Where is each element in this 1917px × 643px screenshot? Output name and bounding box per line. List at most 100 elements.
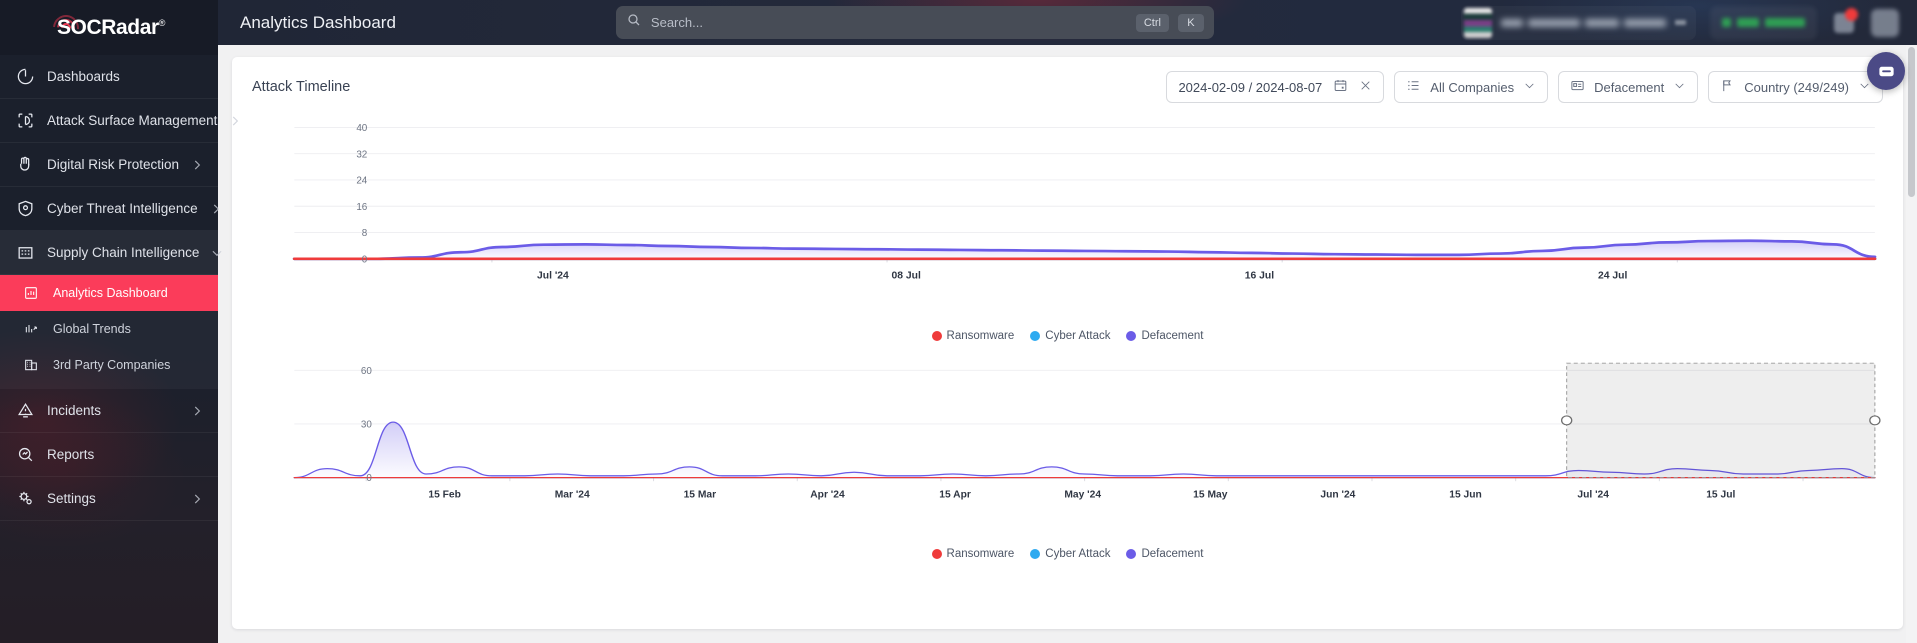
search-shortcut-ctrl: Ctrl <box>1135 13 1169 32</box>
digital-risk-icon <box>14 154 36 176</box>
supply-chain-icon <box>14 242 36 264</box>
sidebar-item-label: Analytics Dashboard <box>53 286 168 300</box>
flag-icon <box>1720 78 1735 96</box>
sidebar-item-supply-chain-intelligence[interactable]: Supply Chain Intelligence <box>0 231 222 275</box>
chevron-right-icon <box>190 492 204 506</box>
companies-filter-value: All Companies <box>1430 79 1515 95</box>
legend-bottom: Ransomware Cyber Attack Defacement <box>242 548 1893 560</box>
search-shortcut-k: K <box>1177 13 1204 32</box>
chevron-down-icon <box>1858 79 1871 95</box>
sidebar-nav: Dashboards Attack Surface Management Dig… <box>0 55 239 521</box>
sidebar-item-dashboards[interactable]: Dashboards <box>0 55 218 99</box>
calendar-icon[interactable] <box>1333 78 1348 96</box>
chevron-down-icon <box>210 246 224 260</box>
main-area: Analytics Dashboard Search... Ctrl K Att… <box>218 0 1917 643</box>
card-header: Attack Timeline 2024-02-09 / 2024-08-07 … <box>232 57 1903 113</box>
notification-bell-icon[interactable] <box>1831 7 1858 36</box>
license-status-badge <box>1710 5 1817 40</box>
incident-type-filter[interactable]: Defacement <box>1558 71 1699 103</box>
header-right-actions <box>1461 5 1903 40</box>
sidebar-item-attack-surface-management[interactable]: Attack Surface Management <box>0 99 239 143</box>
incidents-icon <box>14 400 36 422</box>
scrollbar-thumb[interactable] <box>1908 47 1915 197</box>
organization-logo <box>1464 7 1492 38</box>
chevron-right-icon <box>190 404 204 418</box>
reports-icon <box>14 444 36 466</box>
user-avatar[interactable] <box>1871 8 1899 37</box>
brush-handle-right[interactable] <box>1869 415 1881 426</box>
app-root: SOCRadar® Dashboards Attack Surface Mana… <box>0 0 1917 643</box>
chevron-down-icon <box>1673 79 1686 95</box>
sidebar-item-incidents[interactable]: Incidents <box>0 389 218 433</box>
clear-date-icon[interactable] <box>1359 79 1372 95</box>
sidebar-item-label: 3rd Party Companies <box>53 358 171 372</box>
sidebar-item-cyber-threat-intelligence[interactable]: Cyber Threat Intelligence <box>0 187 219 231</box>
sidebar-item-label: Attack Surface Management <box>47 113 218 128</box>
search-icon <box>626 12 642 33</box>
charts-container: 0 8 16 24 32 40 Jul '24 08 Jul 16 Jul 24 Jul Rans… <box>232 113 1903 621</box>
card-title: Attack Timeline <box>252 79 351 95</box>
sidebar-item-digital-risk-protection[interactable]: Digital Risk Protection <box>0 143 218 187</box>
chevron-down-icon <box>1675 20 1686 25</box>
date-range-value: 2024-02-09 / 2024-08-07 <box>1178 79 1323 95</box>
sidebar-item-label: Digital Risk Protection <box>47 157 180 172</box>
attack-timeline-overview-chart[interactable]: 0 30 60 15 Feb Mar '24 15 Mar Apr '24 15 Apr May… <box>242 356 1893 546</box>
legend-item-defacement[interactable]: Defacement <box>1126 548 1203 560</box>
threat-intel-icon <box>14 198 36 220</box>
global-trends-icon <box>20 318 42 340</box>
chevron-right-icon <box>190 158 204 172</box>
card-id-icon <box>1570 78 1585 96</box>
chevron-right-icon <box>209 202 223 216</box>
companies-filter[interactable]: All Companies <box>1394 71 1549 103</box>
sidebar-item-label: Settings <box>47 491 96 506</box>
legend-item-ransomware[interactable]: Ransomware <box>931 330 1014 342</box>
sidebar-item-3rd-party-companies[interactable]: 3rd Party Companies <box>0 347 218 383</box>
brand-logo[interactable]: SOCRadar® <box>0 0 218 55</box>
organization-switcher[interactable] <box>1461 5 1696 40</box>
legend-item-ransomware[interactable]: Ransomware <box>931 548 1014 560</box>
support-chat-button[interactable] <box>1867 52 1905 90</box>
page-title: Analytics Dashboard <box>240 12 396 32</box>
organization-name-redacted <box>1501 18 1666 27</box>
date-range-picker[interactable]: 2024-02-09 / 2024-08-07 <box>1166 71 1385 103</box>
country-filter[interactable]: Country (249/249) <box>1708 71 1883 103</box>
sidebar-item-global-trends[interactable]: Global Trends <box>0 311 218 347</box>
attack-surface-icon <box>14 110 36 132</box>
chat-bubble-icon <box>1878 66 1894 76</box>
country-filter-value: Country (249/249) <box>1744 79 1849 95</box>
incident-type-value: Defacement <box>1594 79 1665 95</box>
sidebar-item-analytics-dashboard[interactable]: Analytics Dashboard <box>0 275 218 311</box>
sidebar: SOCRadar® Dashboards Attack Surface Mana… <box>0 0 239 643</box>
sidebar-item-label: Dashboards <box>47 69 120 84</box>
chevron-right-icon <box>228 114 242 128</box>
brush-handle-left[interactable] <box>1560 415 1573 426</box>
search-placeholder: Search... <box>650 15 703 30</box>
dashboards-icon <box>14 66 36 88</box>
legend-item-cyber-attack[interactable]: Cyber Attack <box>1030 330 1110 342</box>
filter-toolbar: 2024-02-09 / 2024-08-07 All Companies De… <box>1166 71 1883 103</box>
content-area: Attack Timeline 2024-02-09 / 2024-08-07 … <box>218 45 1917 643</box>
brand-name: SOCRadar® <box>56 15 166 39</box>
sidebar-item-label: Supply Chain Intelligence <box>47 245 200 260</box>
top-header: Analytics Dashboard Search... Ctrl K <box>218 0 1917 45</box>
legend-item-cyber-attack[interactable]: Cyber Attack <box>1030 548 1110 560</box>
sidebar-item-settings[interactable]: Settings <box>0 477 218 521</box>
search-input[interactable]: Search... Ctrl K <box>615 6 1214 39</box>
settings-icon <box>14 488 36 510</box>
chevron-down-icon <box>1523 79 1536 95</box>
sidebar-item-label: Reports <box>47 447 95 462</box>
sidebar-item-label: Incidents <box>47 403 102 418</box>
attack-timeline-detail-chart[interactable]: 0 8 16 24 32 40 Jul '24 08 Jul 16 Jul 24 Jul <box>242 113 1893 328</box>
sidebar-item-reports[interactable]: Reports <box>0 433 218 477</box>
page-scrollbar[interactable] <box>1906 45 1917 643</box>
legend-item-defacement[interactable]: Defacement <box>1126 330 1203 342</box>
attack-timeline-card: Attack Timeline 2024-02-09 / 2024-08-07 … <box>232 57 1903 629</box>
sidebar-item-label: Global Trends <box>53 322 131 336</box>
sidebar-item-label: Cyber Threat Intelligence <box>47 201 198 216</box>
list-icon <box>1406 78 1421 96</box>
sidebar-subgroup-supply-chain: Analytics Dashboard Global Trends 3rd Pa… <box>0 275 218 389</box>
legend-top: Ransomware Cyber Attack Defacement <box>242 330 1893 342</box>
third-party-companies-icon <box>20 354 42 376</box>
brush-selection[interactable] <box>1566 362 1876 479</box>
analytics-dashboard-icon <box>20 282 42 304</box>
